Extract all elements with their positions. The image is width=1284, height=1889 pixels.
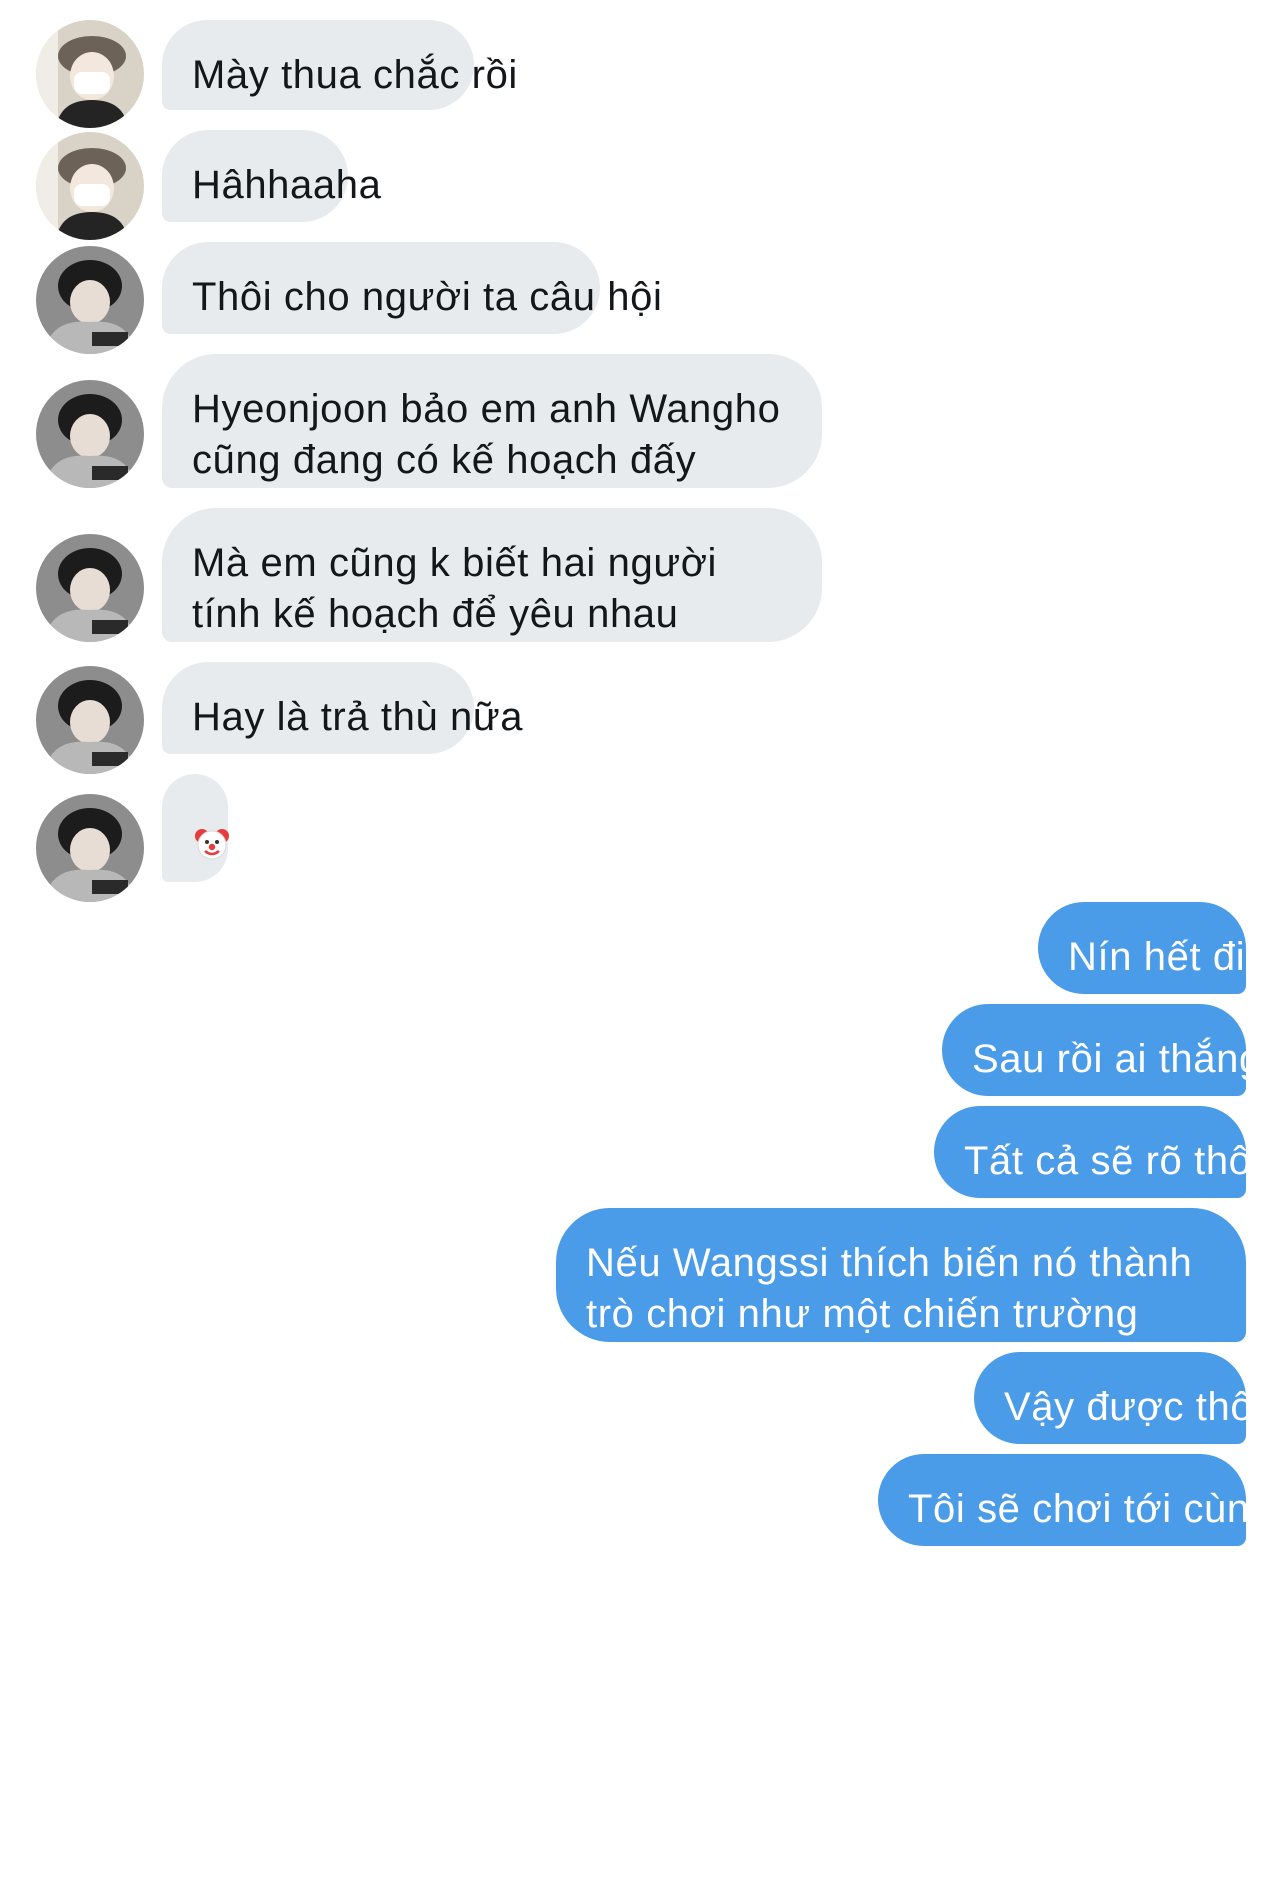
message-text: Mà em cũng k biết hai người tính kế hoạc… <box>192 541 718 636</box>
outgoing-message[interactable]: Vậy được thôi <box>974 1352 1262 1444</box>
message-text: Mày thua chắc rồi <box>192 53 518 97</box>
outgoing-message[interactable]: Tôi sẽ chơi tới cùng <box>878 1454 1272 1546</box>
message-text: Hâhhaaha <box>192 163 382 207</box>
user-b-avatar[interactable] <box>36 666 144 774</box>
user-b-avatar[interactable] <box>36 534 144 642</box>
incoming-message[interactable]: Hay là trả thù nữa <box>162 662 522 754</box>
message-text: Tất cả sẽ rõ thôi <box>964 1139 1261 1183</box>
message-text: Sau rồi ai thắng <box>972 1037 1262 1081</box>
chat-thread: Mày thua chắc rồi Hâhhaaha Thôi cho ngườ… <box>0 0 1284 1889</box>
outgoing-message[interactable]: Nếu Wangssi thích biến nó thành trò chơi… <box>556 1208 1246 1342</box>
message-text: Hay là trả thù nữa <box>192 695 524 739</box>
user-a-avatar[interactable] <box>36 132 144 240</box>
user-a-avatar[interactable] <box>36 20 144 128</box>
outgoing-message[interactable]: Sau rồi ai thắng <box>942 1004 1261 1096</box>
message-text: Thôi cho người ta câu hội <box>192 275 663 319</box>
user-b-avatar[interactable] <box>36 794 144 902</box>
incoming-message[interactable]: Hyeonjoon bảo em anh Wangho cũng đang có… <box>162 354 822 488</box>
message-text: Vậy được thôi <box>1004 1385 1263 1429</box>
incoming-message[interactable]: Mày thua chắc rồi <box>162 20 517 110</box>
user-b-avatar[interactable] <box>36 380 144 488</box>
message-text: Nín hết đi <box>1068 935 1246 979</box>
user-b-avatar[interactable] <box>36 246 144 354</box>
incoming-message[interactable]: Thôi cho người ta câu hội <box>162 242 662 334</box>
incoming-message[interactable]: Mà em cũng k biết hai người tính kế hoạc… <box>162 508 822 642</box>
message-text: Nếu Wangssi thích biến nó thành trò chơi… <box>586 1241 1193 1336</box>
outgoing-message[interactable]: Tất cả sẽ rõ thôi <box>934 1106 1260 1198</box>
clown-face-emoji <box>194 824 229 875</box>
incoming-message[interactable] <box>162 774 229 882</box>
incoming-message[interactable]: Hâhhaaha <box>162 130 381 222</box>
outgoing-message[interactable]: Nín hết đi <box>1038 902 1246 994</box>
message-text: Hyeonjoon bảo em anh Wangho cũng đang có… <box>192 387 781 482</box>
message-text: Tôi sẽ chơi tới cùng <box>908 1487 1273 1531</box>
